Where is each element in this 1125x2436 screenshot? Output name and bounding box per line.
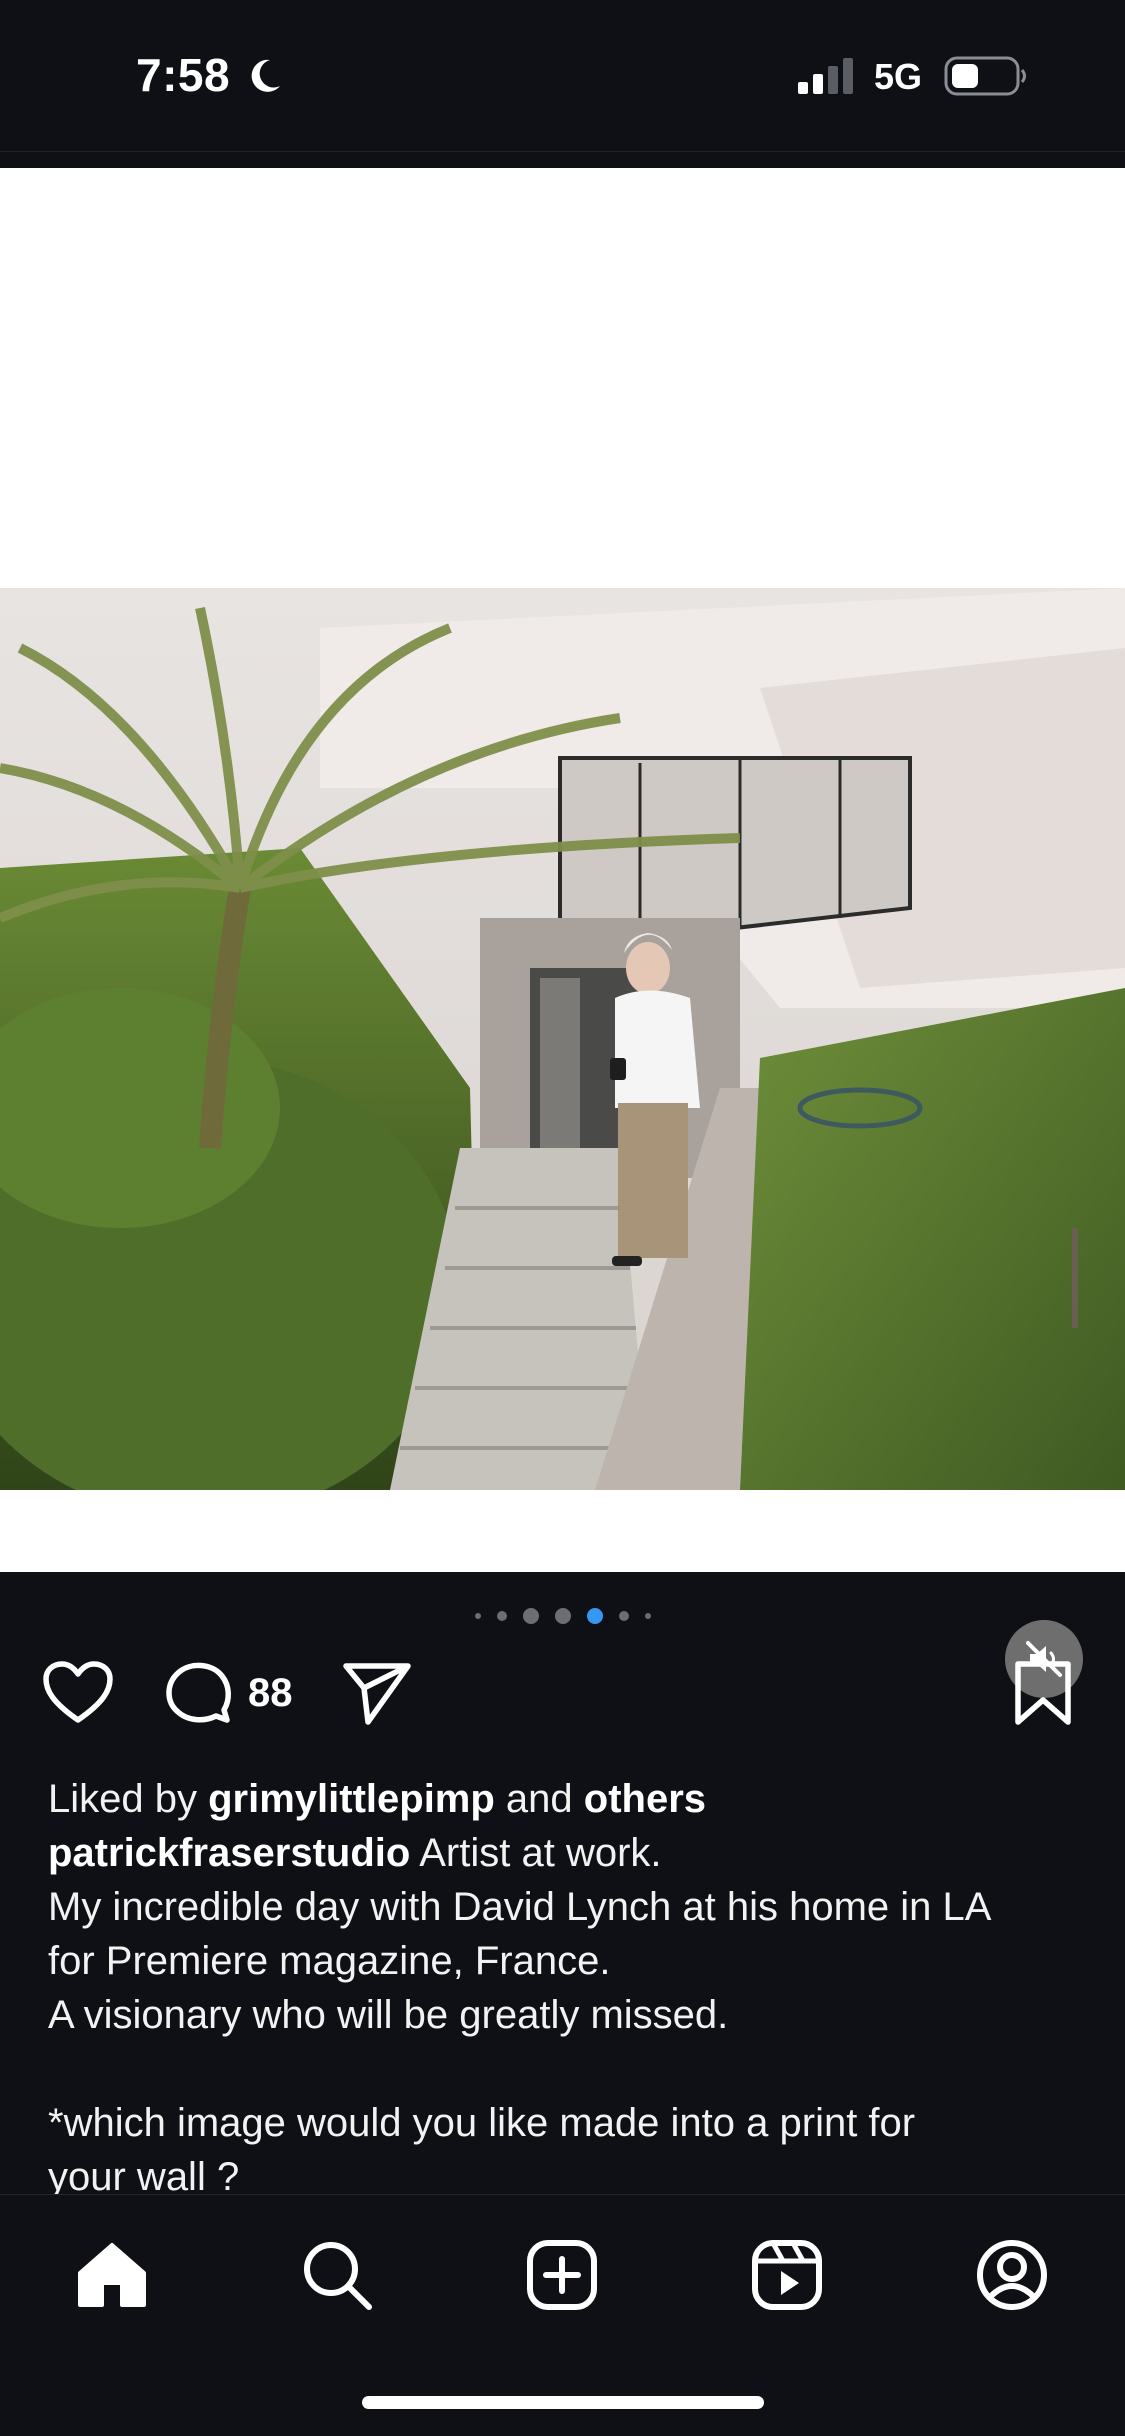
save-button[interactable] bbox=[1014, 1660, 1072, 1726]
caption-line: for Premiere magazine, France. bbox=[48, 1939, 611, 1983]
carousel-dot bbox=[618, 1611, 629, 1621]
author-username-link[interactable]: patrickfraserstudio bbox=[48, 1831, 410, 1875]
moon-icon bbox=[251, 59, 280, 92]
carousel-dot bbox=[496, 1611, 507, 1621]
comment-icon bbox=[166, 1662, 231, 1723]
caption-line: A visionary who will be greatly missed. bbox=[48, 1993, 729, 2037]
comment-button[interactable]: 88 bbox=[164, 1660, 293, 1726]
create-icon bbox=[527, 2240, 597, 2310]
heart-icon bbox=[43, 1661, 113, 1723]
battery-icon bbox=[944, 56, 1026, 96]
comment-count: 88 bbox=[248, 1670, 293, 1715]
nav-reels[interactable] bbox=[747, 2235, 827, 2315]
nav-create[interactable] bbox=[522, 2235, 602, 2315]
status-bar: 7:58 5G bbox=[0, 0, 1125, 152]
carousel-dot-active bbox=[586, 1608, 603, 1624]
liked-by-user-link[interactable]: grimylittlepimp bbox=[208, 1777, 495, 1821]
status-time: 7:58 bbox=[136, 49, 231, 101]
liked-by-prefix: Liked by bbox=[48, 1777, 209, 1821]
home-indicator[interactable] bbox=[362, 2396, 764, 2409]
caption-question-line: *which image would you like made into a … bbox=[48, 2101, 916, 2145]
share-button[interactable] bbox=[342, 1660, 412, 1726]
caption-line: My incredible day with David Lynch at hi… bbox=[48, 1885, 992, 1929]
post-actions: 88 bbox=[0, 1660, 1125, 1730]
carousel-dot bbox=[554, 1608, 571, 1624]
carousel-dot bbox=[522, 1608, 539, 1624]
nav-profile[interactable] bbox=[972, 2235, 1052, 2315]
reels-icon bbox=[752, 2240, 822, 2310]
network-label: 5G bbox=[874, 56, 923, 97]
nav-search[interactable] bbox=[297, 2235, 377, 2315]
nav-home[interactable] bbox=[72, 2235, 152, 2315]
liked-by-line: Liked by grimylittlepimp and others bbox=[48, 1772, 1088, 1826]
caption-first-text: Artist at work. bbox=[410, 1831, 662, 1875]
carousel-indicator bbox=[0, 1604, 1125, 1628]
liked-by-and: and bbox=[494, 1777, 584, 1821]
carousel-dot bbox=[644, 1613, 651, 1619]
home-icon bbox=[78, 2243, 146, 2307]
send-icon bbox=[343, 1663, 411, 1725]
caption-first-line: patrickfraserstudio Artist at work. bbox=[48, 1826, 1088, 1880]
signal-icon bbox=[798, 58, 853, 94]
profile-icon bbox=[977, 2240, 1047, 2310]
like-button[interactable] bbox=[42, 1660, 114, 1726]
carousel-dot bbox=[474, 1613, 481, 1619]
post-caption: Liked by grimylittlepimp and others patr… bbox=[48, 1772, 1088, 2204]
bookmark-icon bbox=[1015, 1661, 1071, 1725]
liked-by-others-link[interactable]: others bbox=[584, 1777, 706, 1821]
search-icon bbox=[304, 2242, 372, 2310]
post-photo[interactable] bbox=[0, 588, 1125, 1490]
post-media[interactable] bbox=[0, 168, 1125, 1698]
